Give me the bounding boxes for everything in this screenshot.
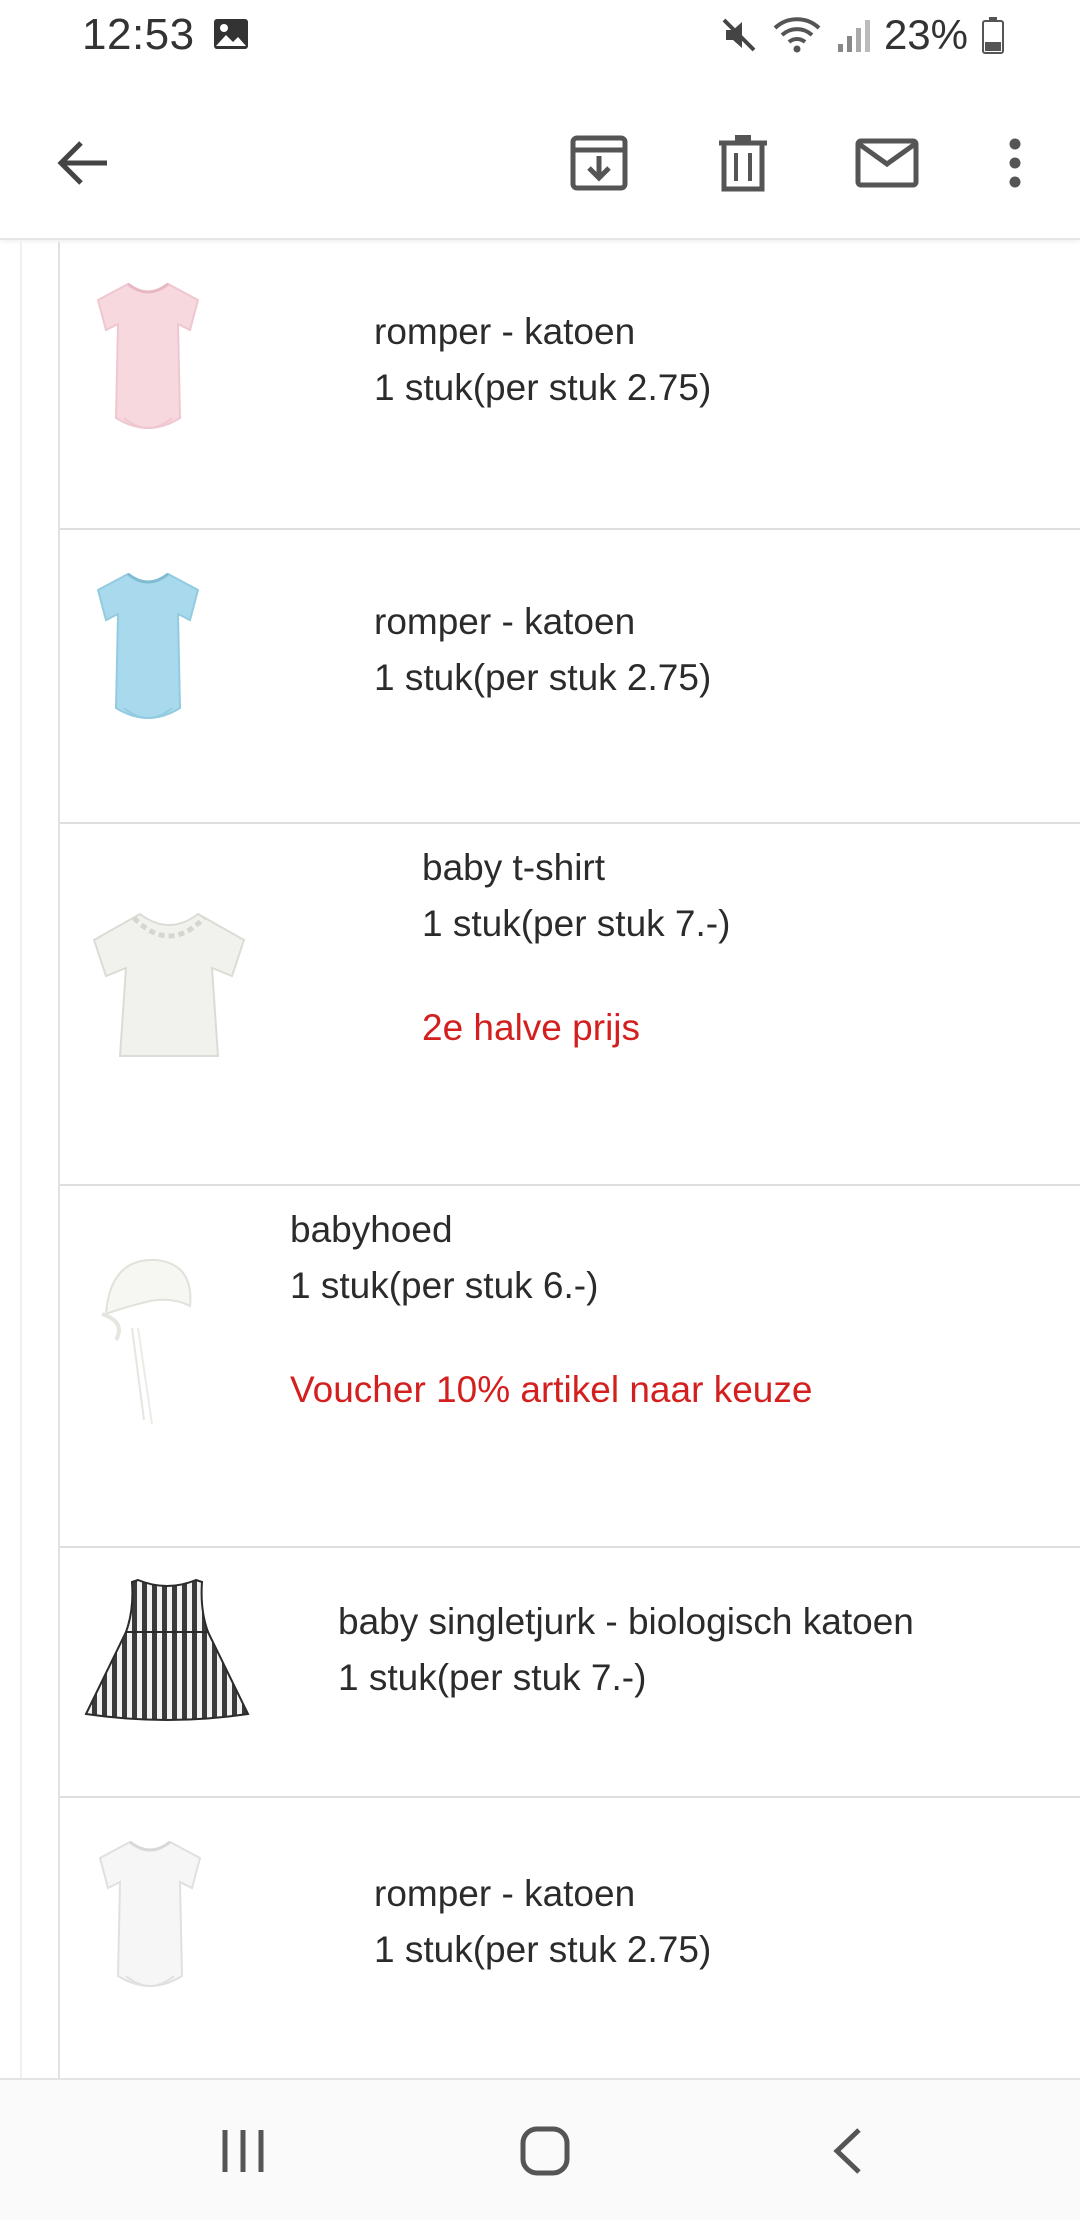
home-icon: [520, 2126, 570, 2181]
more-vert-icon: [1008, 138, 1022, 193]
back-button[interactable]: [40, 122, 126, 208]
mark-unread-button[interactable]: [844, 122, 930, 208]
item-name: baby t-shirt: [422, 847, 606, 888]
more-options-button[interactable]: [972, 122, 1058, 208]
status-bar: 12:53 23%: [0, 0, 1080, 72]
item-quantity: 1 stuk(per stuk 2.75): [374, 657, 712, 698]
item-text: baby t-shirt 1 stuk(per stuk 7.-) 2e hal…: [422, 840, 730, 1056]
item-text: romper - katoen 1 stuk(per stuk 2.75): [374, 1866, 711, 1978]
order-item: baby singletjurk - biologisch katoen 1 s…: [60, 1550, 1080, 1798]
item-quantity: 1 stuk(per stuk 7.-): [422, 903, 731, 944]
item-name: romper - katoen: [374, 601, 636, 642]
system-nav-bar: [0, 2078, 1080, 2220]
status-time: 12:53: [82, 10, 195, 59]
product-image-blue-romper[interactable]: [88, 568, 208, 743]
product-image-striped-dress[interactable]: [82, 1574, 252, 1729]
mail-icon: [855, 138, 919, 193]
image-icon: [213, 18, 249, 50]
order-item: babyhoed 1 stuk(per stuk 6.-) Voucher 10…: [60, 1188, 1080, 1548]
archive-icon: [569, 134, 629, 197]
order-item: romper - katoen 1 stuk(per stuk 2.75): [60, 532, 1080, 824]
system-back-button[interactable]: [787, 2108, 907, 2198]
delete-button[interactable]: [700, 122, 786, 208]
recents-icon: [220, 2128, 266, 2179]
product-image-pink-romper[interactable]: [88, 278, 208, 453]
nav-back-icon: [831, 2126, 863, 2181]
battery-icon: [982, 16, 1004, 54]
recents-button[interactable]: [183, 2108, 303, 2198]
order-item: romper - katoen 1 stuk(per stuk 2.75): [60, 1800, 1080, 2078]
signal-icon: [836, 16, 870, 54]
item-quantity: 1 stuk(per stuk 7.-): [338, 1657, 647, 1698]
item-name: romper - katoen: [374, 311, 636, 352]
promo-label: 2e halve prijs: [422, 1007, 641, 1048]
item-text: romper - katoen 1 stuk(per stuk 2.75): [374, 304, 711, 416]
item-quantity: 1 stuk(per stuk 6.-): [290, 1265, 599, 1306]
item-text: babyhoed 1 stuk(per stuk 6.-) Voucher 10…: [290, 1202, 812, 1418]
item-name: babyhoed: [290, 1209, 453, 1250]
app-bar: [0, 90, 1080, 240]
item-text: romper - katoen 1 stuk(per stuk 2.75): [374, 594, 711, 706]
trash-icon: [717, 133, 769, 198]
promo-label: Voucher 10% artikel naar keuze: [290, 1369, 813, 1410]
item-text: baby singletjurk - biologisch katoen 1 s…: [338, 1594, 914, 1706]
mute-icon: [720, 16, 758, 54]
home-button[interactable]: [485, 2108, 605, 2198]
email-body[interactable]: romper - katoen 1 stuk(per stuk 2.75) ro…: [0, 242, 1080, 2078]
order-item: baby t-shirt 1 stuk(per stuk 7.-) 2e hal…: [60, 826, 1080, 1186]
item-name: baby singletjurk - biologisch katoen: [338, 1601, 914, 1642]
product-image-white-hat[interactable]: [86, 1244, 206, 1439]
item-name: romper - katoen: [374, 1873, 636, 1914]
wifi-icon: [772, 16, 822, 54]
archive-button[interactable]: [556, 122, 642, 208]
item-quantity: 1 stuk(per stuk 2.75): [374, 367, 712, 408]
status-right: 23%: [720, 11, 1004, 58]
order-item: romper - katoen 1 stuk(per stuk 2.75): [60, 242, 1080, 530]
product-image-white-tshirt[interactable]: [84, 906, 254, 1071]
product-image-white-romper[interactable]: [90, 1836, 210, 2011]
item-quantity: 1 stuk(per stuk 2.75): [374, 1929, 712, 1970]
back-arrow-icon: [55, 139, 111, 192]
battery-percent: 23%: [883, 11, 968, 58]
left-gutter: [0, 242, 22, 2078]
